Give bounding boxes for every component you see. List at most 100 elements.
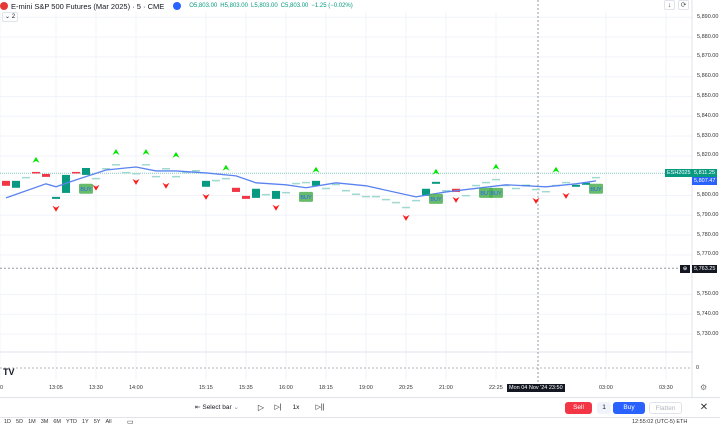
- tradingview-logo[interactable]: TV: [3, 367, 15, 377]
- calendar-icon[interactable]: ▭: [127, 418, 134, 426]
- candle: [272, 190, 280, 199]
- candle: [282, 191, 290, 194]
- jump-to-realtime-icon[interactable]: ▷||: [313, 402, 327, 414]
- candle: [52, 196, 60, 199]
- time-axis-label: 14:00: [129, 385, 143, 391]
- close-value: C5,803.00: [280, 3, 309, 9]
- candle: [562, 181, 570, 184]
- candle: [302, 181, 310, 184]
- range-buttons: 1D 5D 1M 3M 6M YTD 1Y 5Y All: [4, 419, 112, 425]
- chevron-down-icon: ⌄: [231, 404, 239, 411]
- buy-signal-arrow: [432, 168, 440, 175]
- quantity-field[interactable]: 1: [597, 402, 611, 414]
- crosshair-time-tag: Mon 04 Nov '24 23:50: [507, 384, 565, 392]
- price-axis-label: 5,840.00: [697, 112, 719, 119]
- speed-button[interactable]: 1x: [289, 402, 303, 414]
- last-price-tag: 5,811.25: [692, 169, 718, 177]
- play-icon[interactable]: ▷: [255, 402, 267, 414]
- futures-symbol-icon: [0, 2, 8, 10]
- axis-settings-icon[interactable]: ⚙: [700, 383, 707, 392]
- buy-signal-arrow: [142, 148, 150, 155]
- candle: [402, 206, 410, 209]
- time-axis-label: 20:25: [399, 385, 413, 391]
- price-axis-label: 5,850.00: [697, 93, 719, 99]
- time-axis-label: 21:00: [439, 385, 453, 391]
- range-button-1d[interactable]: 1D: [4, 419, 11, 425]
- time-axis-label: 13:30: [89, 385, 103, 391]
- price-axis-label: 5,880.00: [697, 33, 719, 40]
- indicators-toggle[interactable]: ⌄ 2: [2, 12, 19, 22]
- price-chart[interactable]: BUYBUY BUYBUYBUYBUY: [0, 0, 720, 400]
- replay-toolbar: ⇤ Select bar ⌄ ▷ ▷| 1x ▷|| Sell 1 Buy Fl…: [0, 397, 720, 417]
- range-button-6m[interactable]: 6M: [53, 419, 61, 425]
- buy-label-text: BUY: [80, 187, 92, 193]
- range-button-ytd[interactable]: YTD: [66, 419, 77, 425]
- session-button[interactable]: ETH: [676, 419, 687, 425]
- time-axis-label: 18:15: [319, 385, 333, 391]
- refresh-icon[interactable]: ⟳: [678, 0, 689, 10]
- candle: [462, 194, 470, 197]
- time-axis-label: 0: [0, 385, 4, 391]
- open-value: O5,803.00: [189, 3, 218, 9]
- price-axis-label: 5,830.00: [697, 132, 719, 139]
- range-button-1m[interactable]: 1M: [28, 419, 36, 425]
- candle: [222, 177, 230, 180]
- candle: [532, 188, 540, 191]
- candle: [242, 195, 250, 199]
- close-icon[interactable]: ✕: [697, 402, 711, 414]
- candle: [392, 201, 400, 204]
- candle: [22, 176, 30, 179]
- data-status-icon[interactable]: [173, 2, 182, 10]
- price-axis-label: 5,730.00: [697, 330, 719, 337]
- select-bar-button[interactable]: ⇤ Select bar ⌄: [193, 402, 241, 414]
- candle: [572, 184, 580, 187]
- buy-button[interactable]: Buy: [613, 402, 645, 414]
- buy-signal-arrow: [172, 151, 180, 158]
- candle: [382, 198, 390, 201]
- buy-signal-arrow: [552, 166, 560, 173]
- step-forward-icon[interactable]: ▷|: [272, 402, 284, 414]
- range-button-5y[interactable]: 5Y: [94, 419, 101, 425]
- range-button-5d[interactable]: 5D: [16, 419, 23, 425]
- candle: [92, 177, 100, 180]
- range-button-all[interactable]: All: [105, 419, 111, 425]
- candle: [32, 171, 40, 174]
- symbol-title[interactable]: E-mini S&P 500 Futures (Mar 2025) · 5 · …: [11, 2, 164, 11]
- candle: [292, 182, 300, 185]
- candle: [2, 180, 10, 186]
- time-axis-label: 03:30: [659, 385, 673, 391]
- sell-signal-arrow: [162, 182, 170, 189]
- candle: [342, 189, 350, 192]
- candle: [262, 193, 270, 196]
- time-axis-label: 13:05: [49, 385, 63, 391]
- candle: [112, 164, 120, 166]
- add-alert-icon[interactable]: ⊕: [680, 265, 690, 273]
- price-axis-label: 5,890.00: [697, 13, 719, 20]
- range-button-3m[interactable]: 3M: [41, 419, 49, 425]
- candle: [432, 181, 440, 184]
- candle: [412, 199, 420, 202]
- ma-price-tag: 5,807.47: [692, 177, 718, 185]
- candle: [82, 167, 90, 175]
- buy-label-text: BUY: [430, 197, 442, 203]
- flatten-button[interactable]: Flatten: [649, 402, 682, 414]
- range-button-1y[interactable]: 1Y: [82, 419, 89, 425]
- time-axis-label: 15:35: [239, 385, 253, 391]
- candle: [492, 178, 500, 181]
- candle: [72, 171, 80, 174]
- price-axis-label: 5,870.00: [697, 53, 719, 60]
- buy-signal-arrow: [312, 166, 320, 173]
- candle: [512, 187, 520, 190]
- time-axis-label: 19:00: [359, 385, 373, 391]
- sell-button[interactable]: Sell: [565, 402, 592, 414]
- candle: [192, 169, 200, 172]
- time-axis-label: 03:00: [599, 385, 613, 391]
- buy-label-text: BUY: [490, 191, 502, 197]
- candle: [122, 171, 130, 174]
- candle: [162, 167, 170, 170]
- sell-signal-arrow: [452, 196, 460, 203]
- bottom-bar: 1D 5D 1M 3M 6M YTD 1Y 5Y All ▭ 12:55:02 (UTC-5) …: [0, 417, 720, 427]
- high-value: H5,803.00: [220, 3, 248, 9]
- candle: [482, 181, 490, 184]
- download-icon[interactable]: ↓: [664, 0, 675, 10]
